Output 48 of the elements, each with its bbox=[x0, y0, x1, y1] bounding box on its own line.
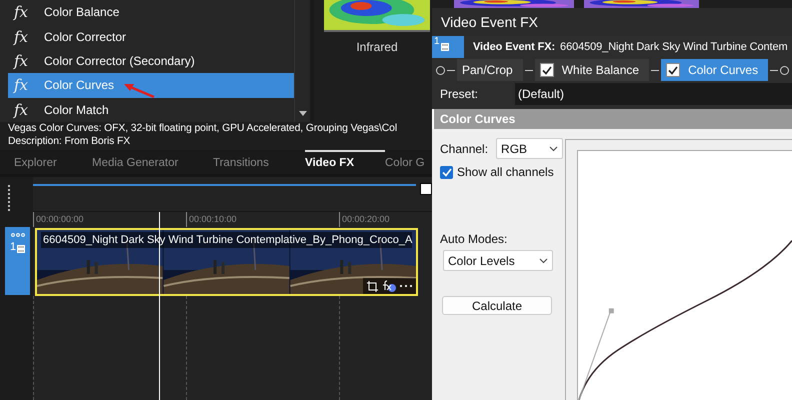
fx-chain-node[interactable]: White Balance bbox=[534, 59, 650, 82]
preset-label: Preset: bbox=[439, 87, 480, 102]
track-header[interactable]: 1 bbox=[5, 227, 30, 295]
checkmark-icon bbox=[668, 66, 678, 75]
fx-chain-node[interactable]: Pan/Crop bbox=[457, 59, 523, 82]
effect-item[interactable]: fx Color Match bbox=[8, 98, 294, 122]
fx-icon: fx bbox=[14, 100, 32, 119]
scroll-down-icon[interactable] bbox=[298, 111, 307, 116]
fx-badge-icon[interactable] bbox=[382, 280, 396, 292]
effect-item[interactable]: fx Color Balance bbox=[8, 0, 294, 24]
ruler-time: 00:00:10:00 bbox=[186, 212, 339, 227]
crop-icon[interactable] bbox=[367, 280, 378, 292]
marker-icon bbox=[420, 183, 432, 195]
tab[interactable]: Transitions bbox=[213, 150, 305, 174]
chevron-down-icon bbox=[539, 258, 548, 264]
chain-end-icon bbox=[780, 66, 790, 75]
film-strip-icon bbox=[17, 245, 26, 253]
preset-field[interactable]: (Default) bbox=[515, 83, 792, 106]
show-all-channels-checkbox[interactable]: Show all channels bbox=[440, 165, 565, 179]
pointer-arrow-icon bbox=[122, 83, 156, 100]
channel-dropdown[interactable]: RGB bbox=[496, 138, 564, 159]
checkmark-icon bbox=[442, 168, 452, 176]
effect-item[interactable]: fx Color Corrector bbox=[8, 24, 294, 49]
auto-modes-dropdown[interactable]: Color Levels bbox=[443, 250, 553, 271]
auto-modes-label: Auto Modes: bbox=[440, 232, 508, 246]
panel-title: Color Curves bbox=[432, 108, 792, 129]
track-badge: 1 bbox=[432, 36, 464, 58]
tab[interactable]: Explorer bbox=[14, 150, 92, 174]
preset-label: Infrared bbox=[355, 40, 399, 54]
fx-chain-node[interactable]: Color Curves bbox=[661, 59, 768, 82]
channel-label: Channel: bbox=[440, 142, 488, 156]
tab[interactable]: Media Generator bbox=[92, 150, 213, 174]
event-label: Video Event FX: bbox=[473, 41, 556, 54]
effect-item[interactable]: fx Color Corrector (Secondary) bbox=[8, 48, 294, 74]
track-number: 1 bbox=[10, 241, 16, 253]
tab[interactable]: Color G bbox=[385, 150, 425, 174]
chevron-down-icon bbox=[549, 146, 558, 152]
checkmark-icon bbox=[542, 66, 552, 75]
event-name: 6604509_Night Dark Sky Wind Turbine Contem bbox=[560, 41, 788, 54]
fx-icon: fx bbox=[14, 3, 32, 22]
more-icon[interactable] bbox=[400, 284, 412, 288]
fx-icon: fx bbox=[14, 52, 32, 70]
chain-start-icon bbox=[436, 66, 445, 75]
fx-icon: fx bbox=[14, 28, 32, 46]
fx-icon: fx bbox=[14, 76, 32, 94]
calculate-button[interactable]: Calculate bbox=[442, 296, 552, 315]
film-strip-icon bbox=[441, 43, 450, 52]
effect-item[interactable]: fx Color Curves bbox=[8, 73, 294, 98]
